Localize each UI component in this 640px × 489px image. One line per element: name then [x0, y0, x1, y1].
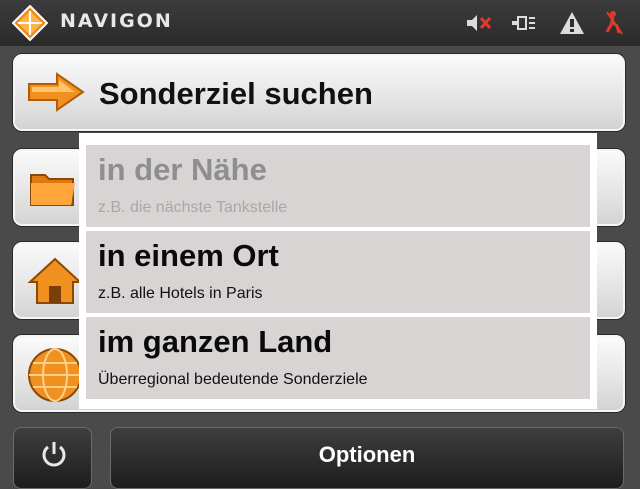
battery-icon[interactable] — [510, 10, 538, 36]
list-item-title: im ganzen Land — [98, 324, 333, 359]
folder-icon — [30, 174, 75, 206]
navigon-logo-icon — [12, 5, 48, 41]
list-item-subtitle: z.B. alle Hotels in Paris — [98, 285, 263, 302]
list-item-title: in einem Ort — [98, 238, 279, 273]
list-item-subtitle: z.B. die nächste Tankstelle — [98, 199, 288, 216]
poi-scope-popup: in der Nähe z.B. die nächste Tankstelle … — [79, 133, 597, 409]
list-item-nearby: in der Nähe z.B. die nächste Tankstelle — [86, 145, 590, 227]
home-icon — [27, 257, 83, 304]
list-item-title: in der Nähe — [98, 152, 267, 187]
options-label: Optionen — [318, 442, 416, 467]
poi-search-label: Sonderziel suchen — [99, 76, 373, 111]
power-icon — [42, 442, 66, 467]
brand-name: NAVIGON — [60, 10, 173, 32]
poi-search-button[interactable]: Sonderziel suchen — [12, 53, 626, 132]
status-bar: NAVIGON — [0, 0, 640, 46]
warning-icon[interactable] — [558, 10, 586, 36]
arrow-right-icon — [28, 72, 85, 112]
list-item-in-city[interactable]: in einem Ort z.B. alle Hotels in Paris — [86, 231, 590, 313]
list-item-subtitle: Überregional bedeutende Sonderziele — [98, 371, 368, 388]
globe-icon — [28, 348, 82, 402]
list-item-whole-country[interactable]: im ganzen Land Überregional bedeutende S… — [86, 317, 590, 399]
mute-icon[interactable] — [464, 10, 492, 36]
gps-off-icon[interactable] — [600, 10, 628, 36]
